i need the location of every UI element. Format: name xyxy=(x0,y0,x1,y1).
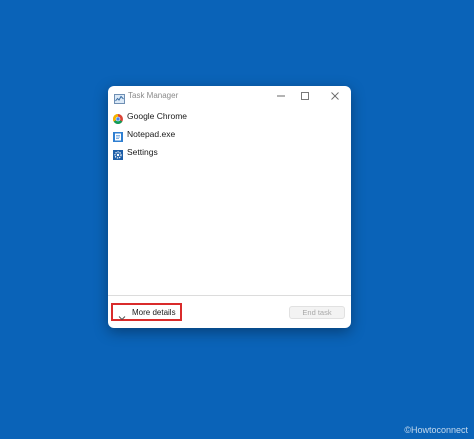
process-name: Settings xyxy=(127,147,158,157)
settings-icon xyxy=(113,147,123,160)
close-button[interactable] xyxy=(328,89,342,103)
footer-divider xyxy=(108,295,351,296)
maximize-button[interactable] xyxy=(298,89,312,103)
process-name: Notepad.exe xyxy=(127,129,176,139)
title-bar[interactable]: Task Manager xyxy=(108,86,351,106)
process-row-settings[interactable]: Settings xyxy=(112,144,344,160)
task-manager-window: Task Manager Google Chrome Notepad.exe S… xyxy=(108,86,351,328)
process-row-chrome[interactable]: Google Chrome xyxy=(112,108,344,124)
window-title: Task Manager xyxy=(128,91,179,100)
maximize-icon xyxy=(301,92,309,100)
end-task-button[interactable]: End task xyxy=(289,306,345,319)
notepad-icon xyxy=(113,129,123,142)
watermark: ©Howtoconnect xyxy=(404,425,468,435)
minimize-icon xyxy=(277,95,285,97)
process-row-notepad[interactable]: Notepad.exe xyxy=(112,126,344,142)
task-manager-icon xyxy=(114,91,125,104)
close-icon xyxy=(331,92,339,100)
more-details-label: More details xyxy=(132,308,176,317)
chrome-icon xyxy=(113,111,123,124)
more-details-button[interactable]: More details xyxy=(111,303,182,321)
chevron-down-icon xyxy=(118,309,126,321)
process-name: Google Chrome xyxy=(127,111,188,121)
minimize-button[interactable] xyxy=(274,89,288,103)
